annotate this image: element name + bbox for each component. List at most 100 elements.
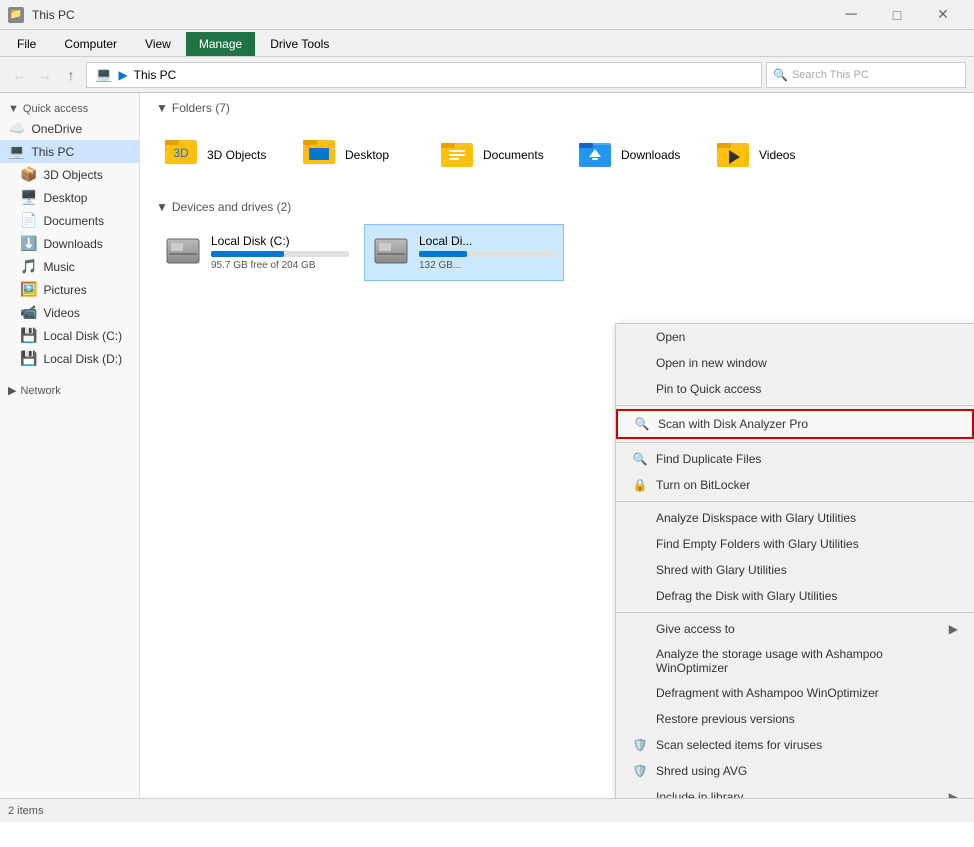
ctx-open-new-icon: [632, 355, 648, 371]
drive-c-name: Local Disk (C:): [211, 234, 349, 248]
ctx-pin-quick-access[interactable]: Pin to Quick access: [616, 376, 974, 402]
sidebar-item-localdiskd[interactable]: 💾 Local Disk (D:): [0, 347, 139, 370]
ctx-restore-versions[interactable]: Restore previous versions: [616, 706, 974, 732]
ctx-include-library[interactable]: Include in library ▶: [616, 784, 974, 798]
network-header[interactable]: ▶ Network: [0, 378, 139, 399]
ctx-include-lib-label: Include in library: [656, 790, 743, 798]
localdiskc-icon: 💾: [20, 327, 37, 344]
ctx-open-new-window[interactable]: Open in new window: [616, 350, 974, 376]
sidebar-item-onedrive[interactable]: ☁️ OneDrive: [0, 117, 139, 140]
folder-item-documents[interactable]: Documents: [432, 125, 562, 184]
ctx-defrag-label: Defrag the Disk with Glary Utilities: [656, 589, 837, 603]
tab-computer[interactable]: Computer: [51, 32, 130, 56]
folder-downloads-label: Downloads: [621, 148, 680, 162]
ctx-divider-2: [616, 442, 974, 443]
address-bar[interactable]: 💻 ▶ This PC: [86, 62, 762, 88]
ctx-find-empty-glary[interactable]: Find Empty Folders with Glary Utilities: [616, 531, 974, 557]
tab-drive-tools[interactable]: Drive Tools: [257, 32, 342, 56]
close-button[interactable]: ✕: [920, 0, 966, 30]
quick-access-label: Quick access: [23, 103, 88, 115]
quick-access-header[interactable]: ▼ Quick access: [0, 97, 139, 117]
search-bar[interactable]: 🔍 Search This PC: [766, 62, 966, 88]
ctx-analyze-glary[interactable]: Analyze Diskspace with Glary Utilities: [616, 505, 974, 531]
ctx-scan-viruses-label: Scan selected items for viruses: [656, 738, 822, 752]
minimize-button[interactable]: ─: [828, 0, 874, 30]
sidebar-item-downloads[interactable]: ⬇️ Downloads: [0, 232, 139, 255]
title-bar-icons: 📁: [8, 7, 24, 23]
onedrive-icon: ☁️: [8, 120, 25, 137]
drives-section-header[interactable]: ▼ Devices and drives (2): [156, 200, 958, 214]
sidebar-label-downloads: Downloads: [43, 237, 102, 251]
folders-section-header[interactable]: ▼ Folders (7): [156, 101, 958, 115]
sidebar-label-localdiskd: Local Disk (D:): [43, 352, 122, 366]
ctx-analyze-ashampoo[interactable]: Analyze the storage usage with Ashampoo …: [616, 642, 974, 680]
pictures-icon: 🖼️: [20, 281, 37, 298]
drive-c-info: Local Disk (C:) 95.7 GB free of 204 GB: [211, 234, 349, 271]
ctx-pin-icon: [632, 381, 648, 397]
folder-desktop-label: Desktop: [345, 148, 389, 162]
ctx-scan-viruses[interactable]: 🛡️ Scan selected items for viruses: [616, 732, 974, 758]
folder-item-desktop[interactable]: Desktop: [294, 125, 424, 184]
sidebar: ▼ Quick access ☁️ OneDrive 💻 This PC 📦 3…: [0, 93, 140, 798]
folder-item-3dobjects[interactable]: 3D 3D Objects: [156, 125, 286, 184]
drive-d-info: Local Di... 132 GB...: [419, 234, 557, 271]
thispc-icon: 💻: [8, 143, 25, 160]
ctx-give-access-arrow: ▶: [949, 622, 958, 636]
ctx-divider-1: [616, 405, 974, 406]
folder-item-videos[interactable]: Videos: [708, 125, 838, 184]
sidebar-item-localdiskc[interactable]: 💾 Local Disk (C:): [0, 324, 139, 347]
sidebar-item-music[interactable]: 🎵 Music: [0, 255, 139, 278]
folder-downloads-icon: [577, 135, 613, 174]
forward-button[interactable]: →: [34, 64, 56, 86]
ctx-shred-glary[interactable]: Shred with Glary Utilities: [616, 557, 974, 583]
up-button[interactable]: ↑: [60, 64, 82, 86]
tab-view[interactable]: View: [132, 32, 184, 56]
drive-c-space: 95.7 GB free of 204 GB: [211, 260, 349, 271]
ctx-bitlocker[interactable]: 🔒 Turn on BitLocker: [616, 472, 974, 498]
app-icon: 📁: [8, 7, 24, 23]
drive-c-bar: [211, 251, 284, 257]
sidebar-label-onedrive: OneDrive: [31, 122, 82, 136]
folder-3dobjects-label: 3D Objects: [207, 148, 266, 162]
ctx-defrag-glary[interactable]: Defrag the Disk with Glary Utilities: [616, 583, 974, 609]
sidebar-label-localdiskc: Local Disk (C:): [43, 329, 122, 343]
ctx-analyze-ashampoo-label: Analyze the storage usage with Ashampoo …: [656, 647, 958, 675]
sidebar-label-videos: Videos: [43, 306, 79, 320]
drive-d-name: Local Di...: [419, 234, 557, 248]
ctx-bitlocker-icon: 🔒: [632, 477, 648, 493]
context-menu: Open Open in new window Pin to Quick acc…: [615, 323, 974, 798]
drive-d-icon: [371, 231, 411, 274]
sidebar-item-documents[interactable]: 📄 Documents: [0, 209, 139, 232]
maximize-button[interactable]: □: [874, 0, 920, 30]
ctx-give-access[interactable]: Give access to ▶: [616, 616, 974, 642]
status-bar: 2 items: [0, 798, 974, 822]
sidebar-item-3dobjects[interactable]: 📦 3D Objects: [0, 163, 139, 186]
ctx-scan-label: Scan with Disk Analyzer Pro: [658, 417, 808, 431]
ctx-shred-avg[interactable]: 🛡️ Shred using AVG: [616, 758, 974, 784]
nav-bar: ← → ↑ 💻 ▶ This PC 🔍 Search This PC: [0, 57, 974, 93]
sidebar-label-pictures: Pictures: [43, 283, 86, 297]
ctx-open[interactable]: Open: [616, 324, 974, 350]
folder-item-downloads[interactable]: Downloads: [570, 125, 700, 184]
ctx-find-duplicates[interactable]: 🔍 Find Duplicate Files: [616, 446, 974, 472]
ctx-divider-4: [616, 612, 974, 613]
sidebar-item-videos[interactable]: 📹 Videos: [0, 301, 139, 324]
tab-manage[interactable]: Manage: [186, 32, 255, 56]
window-title: This PC: [32, 8, 75, 22]
sidebar-item-desktop[interactable]: 🖥️ Desktop: [0, 186, 139, 209]
sidebar-item-pictures[interactable]: 🖼️ Pictures: [0, 278, 139, 301]
tab-file[interactable]: File: [4, 32, 49, 56]
sidebar-item-thispc[interactable]: 💻 This PC: [0, 140, 139, 163]
svg-text:3D: 3D: [173, 146, 189, 160]
address-computer-icon: 💻: [95, 66, 112, 83]
ctx-open-icon: [632, 329, 648, 345]
ctx-defrag-ashampoo[interactable]: Defragment with Ashampoo WinOptimizer: [616, 680, 974, 706]
ctx-scan-disk-analyzer[interactable]: 🔍 Scan with Disk Analyzer Pro: [616, 409, 974, 439]
drive-item-c[interactable]: Local Disk (C:) 95.7 GB free of 204 GB: [156, 224, 356, 281]
back-button[interactable]: ←: [8, 64, 30, 86]
ctx-defrag-ashampoo-label: Defragment with Ashampoo WinOptimizer: [656, 686, 879, 700]
drive-d-bar-container: [419, 251, 557, 257]
main-layout: ▼ Quick access ☁️ OneDrive 💻 This PC 📦 3…: [0, 93, 974, 798]
drive-item-d[interactable]: Local Di... 132 GB...: [364, 224, 564, 281]
drive-c-bar-container: [211, 251, 349, 257]
